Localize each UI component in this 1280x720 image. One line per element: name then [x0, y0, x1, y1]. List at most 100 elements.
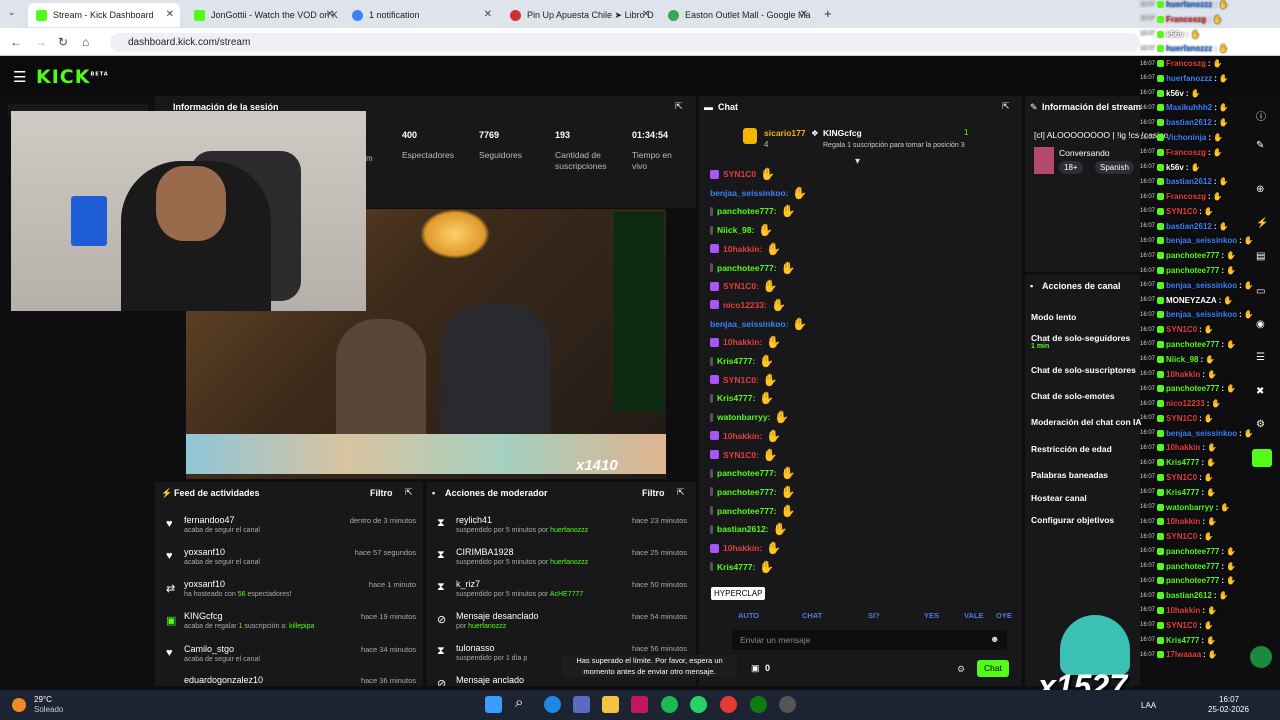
- chat-username[interactable]: Kris4777:: [717, 356, 755, 366]
- chrome-icon[interactable]: [720, 696, 737, 713]
- hamburger-menu-icon[interactable]: ☰: [13, 68, 26, 86]
- chat-username[interactable]: panchotee777:: [717, 468, 777, 478]
- chat-username[interactable]: bastian2612:: [717, 524, 769, 534]
- app-icon[interactable]: [631, 696, 648, 713]
- file-explorer-icon[interactable]: [602, 696, 619, 713]
- clock-time[interactable]: 16:07: [1219, 695, 1239, 704]
- gift-promo-text[interactable]: Regala 1 suscripción para tomar la posic…: [823, 142, 965, 149]
- mod-name[interactable]: AcHE7777: [550, 591, 583, 598]
- chat-username[interactable]: panchotee777:: [717, 263, 777, 273]
- language-indicator[interactable]: LAA: [1141, 701, 1156, 710]
- moderator-filter-button[interactable]: Filtro: [642, 488, 665, 498]
- points-icon[interactable]: ▣: [751, 663, 760, 674]
- channel-action-item[interactable]: Chat de solo-seguidores 1 min: [1031, 333, 1130, 350]
- tab-easton-maps[interactable]: Easton Outlet Mall - Google Ma ✕: [660, 3, 814, 27]
- back-icon[interactable]: ←: [10, 35, 22, 49]
- chat-input[interactable]: Enviar un mensaje ☻: [732, 630, 1007, 650]
- mod-action-user[interactable]: CIRIMBA1928: [456, 547, 514, 557]
- forward-icon[interactable]: →: [35, 35, 47, 49]
- chat-username[interactable]: panchotee777:: [717, 206, 777, 216]
- channel-action-item[interactable]: Configurar objetivos: [1031, 515, 1114, 525]
- channel-action-item[interactable]: Moderación del chat con IA: [1031, 417, 1142, 427]
- activity-user[interactable]: eduardogonzalez10: [184, 675, 263, 685]
- chat-username[interactable]: panchotee777:: [717, 487, 777, 497]
- tab-notification[interactable]: 1 notification ✕: [344, 3, 498, 27]
- close-icon[interactable]: ✕: [642, 9, 650, 20]
- emote-button[interactable]: AUTO: [738, 611, 759, 620]
- url-input[interactable]: dashboard.kick.com/stream: [110, 33, 1140, 52]
- emoji-icon[interactable]: ☻: [990, 634, 999, 644]
- weather-temp[interactable]: 29°C: [34, 695, 52, 704]
- new-tab-button[interactable]: +: [824, 6, 832, 21]
- info-icon[interactable]: ⓘ: [1256, 108, 1266, 123]
- app-icon[interactable]: [779, 696, 796, 713]
- reload-icon[interactable]: ↻: [58, 35, 68, 49]
- chat-username[interactable]: panchotee777:: [717, 506, 777, 516]
- wrench-icon[interactable]: ✖: [1256, 386, 1264, 397]
- category-name[interactable]: Conversando: [1059, 148, 1110, 158]
- gift-recipient[interactable]: killepipa: [289, 623, 314, 630]
- emote-button[interactable]: OYE: [996, 611, 1012, 620]
- tab-search-icon[interactable]: ⌄: [8, 7, 16, 18]
- channel-action-item[interactable]: Restricción de edad: [1031, 444, 1112, 454]
- send-chat-button[interactable]: Chat: [977, 660, 1009, 677]
- kick-logo[interactable]: KICKBETA: [36, 66, 109, 88]
- tab-kick-dashboard[interactable]: Stream - Kick Dashboard ✕: [28, 3, 180, 27]
- popout-icon[interactable]: ⇱: [1002, 101, 1010, 112]
- settings-icon[interactable]: ⚙: [957, 664, 965, 675]
- close-icon[interactable]: ✕: [484, 9, 492, 20]
- chat-username[interactable]: benjaa_seissinkoo:: [710, 319, 788, 329]
- start-icon[interactable]: [485, 696, 502, 713]
- emote-button[interactable]: CHAT: [802, 611, 822, 620]
- edge-icon[interactable]: [544, 696, 561, 713]
- doc-icon[interactable]: ▤: [1256, 251, 1265, 262]
- channel-action-item[interactable]: Hostear canal: [1031, 493, 1087, 503]
- emote-button[interactable]: VALE: [964, 611, 983, 620]
- chat-icon[interactable]: ▭: [1256, 286, 1265, 297]
- tab-pinup[interactable]: Pin Up Apuesta Chile ➤ Libro D ✕: [502, 3, 656, 27]
- channel-action-item[interactable]: Chat de solo-suscriptores: [1031, 365, 1136, 375]
- activity-user[interactable]: fernandoo47: [184, 515, 235, 525]
- chat-username[interactable]: nico12233:: [723, 300, 767, 310]
- gear-icon[interactable]: ⚙: [1256, 419, 1265, 430]
- close-icon[interactable]: ✕: [166, 9, 174, 20]
- channel-action-item[interactable]: Modo lento: [1031, 312, 1076, 322]
- gifter-name[interactable]: KINGcfcg: [823, 128, 862, 138]
- store-icon[interactable]: [573, 696, 590, 713]
- popout-icon[interactable]: ⇱: [677, 487, 685, 498]
- xbox-icon[interactable]: [750, 696, 767, 713]
- edit-icon[interactable]: ✎: [1256, 140, 1264, 151]
- mod-action-user[interactable]: reylich41: [456, 515, 492, 525]
- emote-button[interactable]: YES: [924, 611, 939, 620]
- broadcast-icon[interactable]: ◉: [1256, 319, 1265, 330]
- chat-username[interactable]: SYN1C0: [723, 169, 756, 179]
- channel-action-item[interactable]: Chat de solo-emotes: [1031, 391, 1115, 401]
- activity-user[interactable]: KINGcfcg: [184, 611, 223, 621]
- chat-username[interactable]: 10hakkin:: [723, 543, 762, 553]
- popout-icon[interactable]: ⇱: [405, 487, 413, 498]
- target-icon[interactable]: ⊕: [1256, 184, 1264, 195]
- channel-action-item[interactable]: Palabras baneadas: [1031, 470, 1108, 480]
- list-icon[interactable]: ☰: [1256, 352, 1265, 363]
- mod-name[interactable]: huerfanozzz: [550, 559, 588, 566]
- mod-name[interactable]: huerfanozzz: [550, 527, 588, 534]
- mod-action-user[interactable]: tulonasso: [456, 643, 495, 653]
- chat-username[interactable]: Niick_98:: [717, 225, 754, 235]
- activity-user[interactable]: Camilo_stgo: [184, 644, 234, 654]
- mod-name[interactable]: huerfanozzz: [468, 623, 506, 630]
- chat-username[interactable]: Kris4777:: [717, 562, 755, 572]
- chat-username[interactable]: SYN1C0:: [723, 375, 759, 385]
- chat-username[interactable]: benjaa_seissinkoo:: [710, 188, 788, 198]
- popout-icon[interactable]: ⇱: [675, 101, 683, 112]
- leader-name[interactable]: sicario177: [764, 128, 806, 138]
- chat-username[interactable]: 10hakkin:: [723, 431, 762, 441]
- expand-chevron-icon[interactable]: ▾: [855, 156, 860, 167]
- activity-user[interactable]: yoxsanf10: [184, 547, 225, 557]
- chat-username[interactable]: watonbarryy:: [717, 412, 770, 422]
- chat-username[interactable]: Kris4777:: [717, 393, 755, 403]
- spotify-icon[interactable]: [661, 696, 678, 713]
- lightning-icon[interactable]: ⚡: [1256, 218, 1268, 229]
- mod-action-user[interactable]: k_riz7: [456, 579, 480, 589]
- activity-filter-button[interactable]: Filtro: [370, 488, 393, 498]
- green-action-button[interactable]: [1252, 449, 1272, 467]
